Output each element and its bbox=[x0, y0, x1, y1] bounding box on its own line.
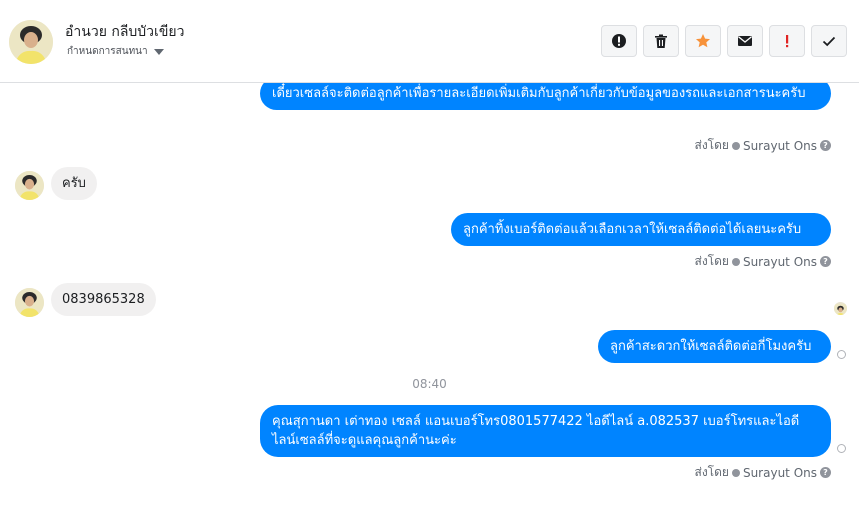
sender-name[interactable]: Surayut Ons bbox=[743, 255, 817, 269]
contact-photo bbox=[9, 20, 53, 64]
sent-by-prefix: ส่งโดย bbox=[694, 254, 729, 268]
star-button[interactable] bbox=[685, 25, 721, 57]
help-icon[interactable]: ? bbox=[820, 140, 831, 151]
conversation-toolbar bbox=[601, 25, 847, 57]
caret-down-icon bbox=[153, 48, 164, 55]
exclamation-icon bbox=[786, 35, 789, 48]
envelope-icon bbox=[738, 36, 752, 46]
trash-icon bbox=[655, 34, 667, 48]
contact-photo bbox=[15, 171, 44, 200]
incoming-message[interactable]: 0839865328 bbox=[51, 283, 156, 316]
incoming-message[interactable]: ครับ bbox=[51, 167, 97, 200]
email-button[interactable] bbox=[727, 25, 763, 57]
outgoing-message[interactable]: ลูกค้าทิ้งเบอร์ติดต่อแล้วเลือกเวลาให้เซล… bbox=[451, 213, 831, 246]
help-icon[interactable]: ? bbox=[820, 256, 831, 267]
help-icon[interactable]: ? bbox=[820, 467, 831, 478]
sent-by-prefix: ส่งโดย bbox=[694, 138, 729, 152]
message-text: คุณสุกานดา เต่าทอง เซลล์ แอนเบอร์โทร0801… bbox=[272, 414, 800, 448]
mark-spam-button[interactable] bbox=[601, 25, 637, 57]
contact-photo bbox=[15, 288, 44, 317]
sent-by-info: ส่งโดย Surayut Ons ? bbox=[694, 463, 831, 482]
delete-button[interactable] bbox=[643, 25, 679, 57]
sent-by-info: ส่งโดย Surayut Ons ? bbox=[694, 252, 831, 271]
contact-avatar[interactable] bbox=[9, 20, 53, 64]
seen-by-avatar bbox=[834, 302, 847, 315]
spam-icon bbox=[612, 34, 626, 48]
contact-avatar-small[interactable] bbox=[15, 171, 44, 200]
message-timestamp: 08:40 bbox=[412, 377, 447, 391]
message-text: เดี๋ยวเซลล์จะติดต่อลูกค้าเพื่อรายละเอียด… bbox=[272, 86, 806, 101]
assign-conversation-dropdown[interactable]: กำหนดการสนทนา bbox=[67, 44, 164, 59]
sent-by-info: ส่งโดย Surayut Ons ? bbox=[694, 136, 831, 155]
verified-icon bbox=[731, 257, 740, 266]
contact-name[interactable]: อำนวย กลีบบัวเขียว bbox=[65, 21, 184, 43]
outgoing-message[interactable]: เดี๋ยวเซลล์จะติดต่อลูกค้าเพื่อรายละเอียด… bbox=[260, 83, 831, 110]
message-text: ลูกค้าทิ้งเบอร์ติดต่อแล้วเลือกเวลาให้เซล… bbox=[463, 222, 802, 237]
outgoing-message[interactable]: ลูกค้าสะดวกให้เซลล์ติดต่อกี่โมงครับ bbox=[598, 330, 831, 363]
delivered-icon bbox=[837, 444, 846, 453]
sent-by-prefix: ส่งโดย bbox=[694, 465, 729, 479]
message-text: ลูกค้าสะดวกให้เซลล์ติดต่อกี่โมงครับ bbox=[610, 339, 812, 354]
outgoing-message[interactable]: คุณสุกานดา เต่าทอง เซลล์ แอนเบอร์โทร0801… bbox=[260, 405, 831, 457]
conversation-header: อำนวย กลีบบัวเขียว กำหนดการสนทนา bbox=[0, 0, 859, 83]
message-text: 0839865328 bbox=[62, 292, 145, 307]
verified-icon bbox=[731, 141, 740, 150]
contact-avatar-small[interactable] bbox=[15, 288, 44, 317]
message-thread[interactable]: เดี๋ยวเซลล์จะติดต่อลูกค้าเพื่อรายละเอียด… bbox=[0, 83, 859, 505]
check-icon bbox=[822, 36, 836, 47]
star-icon bbox=[696, 34, 710, 48]
verified-icon bbox=[731, 468, 740, 477]
contact-photo bbox=[834, 304, 847, 315]
sender-name[interactable]: Surayut Ons bbox=[743, 139, 817, 153]
delivered-icon bbox=[837, 350, 846, 359]
assign-conversation-label: กำหนดการสนทนา bbox=[67, 46, 148, 57]
follow-up-button[interactable] bbox=[769, 25, 805, 57]
mark-done-button[interactable] bbox=[811, 25, 847, 57]
message-text: ครับ bbox=[62, 176, 86, 191]
sender-name[interactable]: Surayut Ons bbox=[743, 466, 817, 480]
